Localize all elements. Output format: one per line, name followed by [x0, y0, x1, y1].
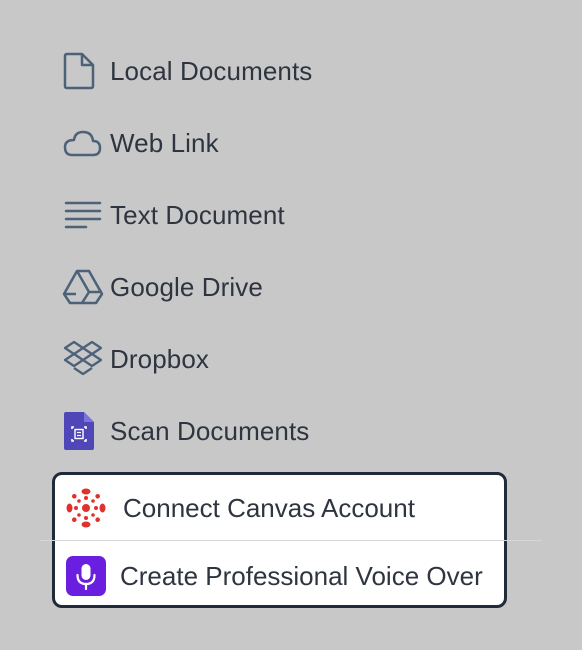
divider	[40, 540, 542, 541]
scan-document-icon	[62, 407, 110, 455]
menu-item-web-link[interactable]: Web Link	[62, 115, 532, 171]
add-source-menu: Local Documents Web Link Text Document G…	[0, 0, 582, 650]
text-lines-icon	[62, 191, 110, 239]
menu-item-dropbox[interactable]: Dropbox	[62, 331, 532, 387]
cloud-icon	[62, 119, 110, 167]
dropbox-icon	[62, 335, 110, 383]
menu-item-label: Google Drive	[110, 271, 263, 302]
google-drive-icon	[62, 263, 110, 311]
menu-item-text-document[interactable]: Text Document	[62, 187, 532, 243]
menu-item-label: Scan Documents	[110, 415, 310, 446]
microphone-icon	[66, 556, 120, 596]
menu-item-label: Local Documents	[110, 55, 313, 86]
connect-canvas-button[interactable]: Connect Canvas Account	[55, 475, 504, 541]
menu-item-scan-documents[interactable]: Scan Documents	[62, 403, 532, 459]
popup-item-label: Create Professional Voice Over	[120, 560, 483, 591]
canvas-logo-icon	[65, 487, 123, 529]
menu-item-label: Dropbox	[110, 343, 209, 374]
menu-item-local-documents[interactable]: Local Documents	[62, 43, 532, 99]
popup-item-label: Connect Canvas Account	[123, 492, 415, 523]
create-voice-over-button[interactable]: Create Professional Voice Over	[55, 543, 504, 609]
menu-item-google-drive[interactable]: Google Drive	[62, 259, 532, 315]
menu-item-label: Text Document	[110, 199, 285, 230]
file-icon	[62, 47, 110, 95]
menu-item-label: Web Link	[110, 127, 219, 158]
